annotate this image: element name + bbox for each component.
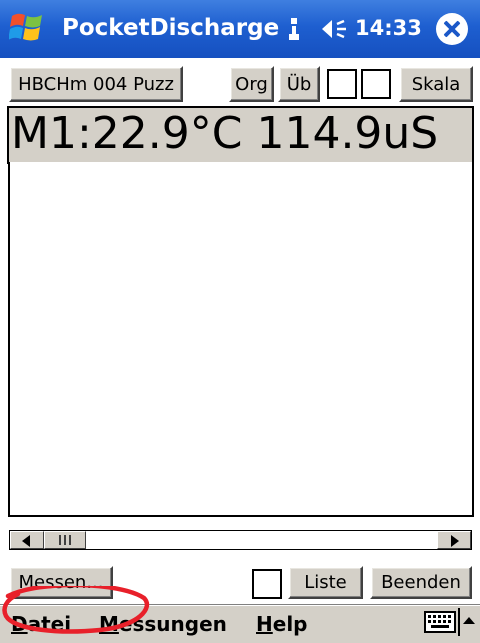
up-arrow-icon[interactable] (462, 615, 476, 625)
speaker-volume-icon[interactable] (320, 16, 350, 42)
menu-bar: Datei Messungen Help (0, 604, 480, 643)
menu-help[interactable]: Help (256, 611, 308, 637)
app-title: PocketDischarge (62, 15, 280, 41)
connectivity-icon[interactable] (287, 16, 301, 44)
windows-flag-icon[interactable] (9, 10, 45, 46)
bottom-checkbox[interactable] (252, 569, 282, 599)
menu-messungen[interactable]: Messungen (99, 611, 227, 637)
menu-help-label: elp (272, 612, 308, 636)
menu-datei[interactable]: Datei (11, 611, 71, 637)
toolbar-checkbox-2[interactable] (361, 69, 391, 99)
device-select-button[interactable]: HBCHm 004 Puzz (9, 66, 183, 102)
skala-button[interactable]: Skala (399, 66, 473, 102)
toolbar-checkbox-1[interactable] (327, 69, 357, 99)
scroll-right-button[interactable] (437, 531, 471, 549)
measurement-reading: M1:22.9°C 114.9uS (7, 106, 474, 164)
horizontal-scrollbar[interactable] (9, 530, 472, 550)
left-arrow-icon (22, 535, 30, 547)
menu-datei-accesskey: D (11, 612, 28, 636)
menu-help-accesskey: H (256, 612, 273, 636)
keyboard-icon[interactable] (424, 610, 456, 634)
keyboard-divider (458, 608, 460, 636)
messen-button[interactable]: Messen... (9, 566, 113, 599)
graph-area[interactable] (8, 162, 474, 517)
close-icon[interactable] (436, 13, 468, 45)
menu-datei-label: atei (27, 612, 72, 636)
grip-icon (59, 535, 71, 545)
ub-button[interactable]: Üb (278, 66, 320, 102)
liste-button[interactable]: Liste (288, 566, 363, 599)
menu-messungen-label: essungen (118, 612, 227, 636)
org-button[interactable]: Org (229, 66, 274, 102)
title-bar: PocketDischarge 14:33 (0, 0, 480, 59)
right-arrow-icon (451, 535, 459, 547)
scrollbar-thumb[interactable] (44, 531, 86, 549)
beenden-button[interactable]: Beenden (370, 566, 472, 599)
menu-messungen-accesskey: M (99, 612, 119, 636)
clock[interactable]: 14:33 (355, 12, 422, 44)
scroll-left-button[interactable] (10, 531, 44, 549)
